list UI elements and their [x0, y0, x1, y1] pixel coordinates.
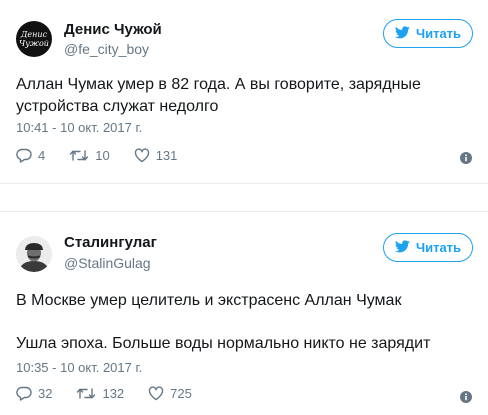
like-count: 131 — [155, 148, 178, 163]
reply-icon — [16, 386, 32, 401]
tweet-timestamp[interactable]: 10:35 - 10 окт. 2017 г. — [16, 360, 142, 376]
twitter-bird-icon — [394, 25, 410, 42]
reply-count: 32 — [38, 386, 53, 401]
follow-button[interactable]: Читать — [383, 233, 473, 262]
tweet-timestamp[interactable]: 10:41 - 10 окт. 2017 г. — [16, 120, 142, 136]
avatar-text-line: Чужой — [19, 39, 49, 48]
tweet-actions: 32 132 725 — [16, 386, 216, 401]
avatar[interactable] — [16, 236, 52, 272]
follow-button[interactable]: Читать — [383, 19, 473, 48]
info-icon[interactable] — [460, 390, 472, 403]
avatar-text-line: Денис — [20, 30, 48, 39]
tweet-text: Ушла эпоха. Больше воды нормально никто … — [16, 335, 431, 352]
tweet-text: В Москве умер целитель и экстрасенс Алла… — [16, 292, 402, 309]
tweet-card: Денис Чужой Денис Чужой @fe_city_boy Чит… — [0, 0, 488, 184]
info-icon[interactable] — [460, 151, 472, 164]
author-name[interactable]: Денис Чужой — [64, 21, 162, 39]
like-count: 725 — [170, 386, 192, 401]
reply-action[interactable]: 32 — [16, 386, 52, 401]
follow-button-label: Читать — [415, 240, 462, 255]
reply-count: 4 — [38, 148, 46, 163]
author-handle[interactable]: @StalinGulag — [64, 255, 151, 272]
tweet-actions: 4 10 131 — [16, 148, 201, 163]
reply-icon — [16, 148, 32, 163]
like-icon — [148, 386, 164, 401]
author-handle[interactable]: @fe_city_boy — [64, 41, 149, 58]
retweet-action[interactable]: 10 — [69, 148, 110, 163]
like-icon — [134, 148, 150, 163]
avatar[interactable]: Денис Чужой — [16, 21, 52, 57]
like-action[interactable]: 725 — [148, 386, 192, 401]
retweet-count: 132 — [102, 386, 125, 401]
tweet-card: Сталингулаг @StalinGulag Читать В Москве… — [0, 212, 488, 415]
divider — [0, 183, 488, 184]
retweet-count: 10 — [95, 148, 110, 163]
tweet-text: Аллан Чумак умер в 82 года. А вы говорит… — [16, 76, 421, 115]
follow-button-label: Читать — [415, 26, 462, 41]
twitter-bird-icon — [394, 239, 410, 256]
retweet-icon — [76, 386, 96, 401]
author-name[interactable]: Сталингулаг — [64, 234, 157, 252]
retweet-icon — [69, 148, 89, 163]
reply-action[interactable]: 4 — [16, 148, 45, 163]
like-action[interactable]: 131 — [134, 148, 178, 163]
retweet-action[interactable]: 132 — [76, 386, 124, 401]
